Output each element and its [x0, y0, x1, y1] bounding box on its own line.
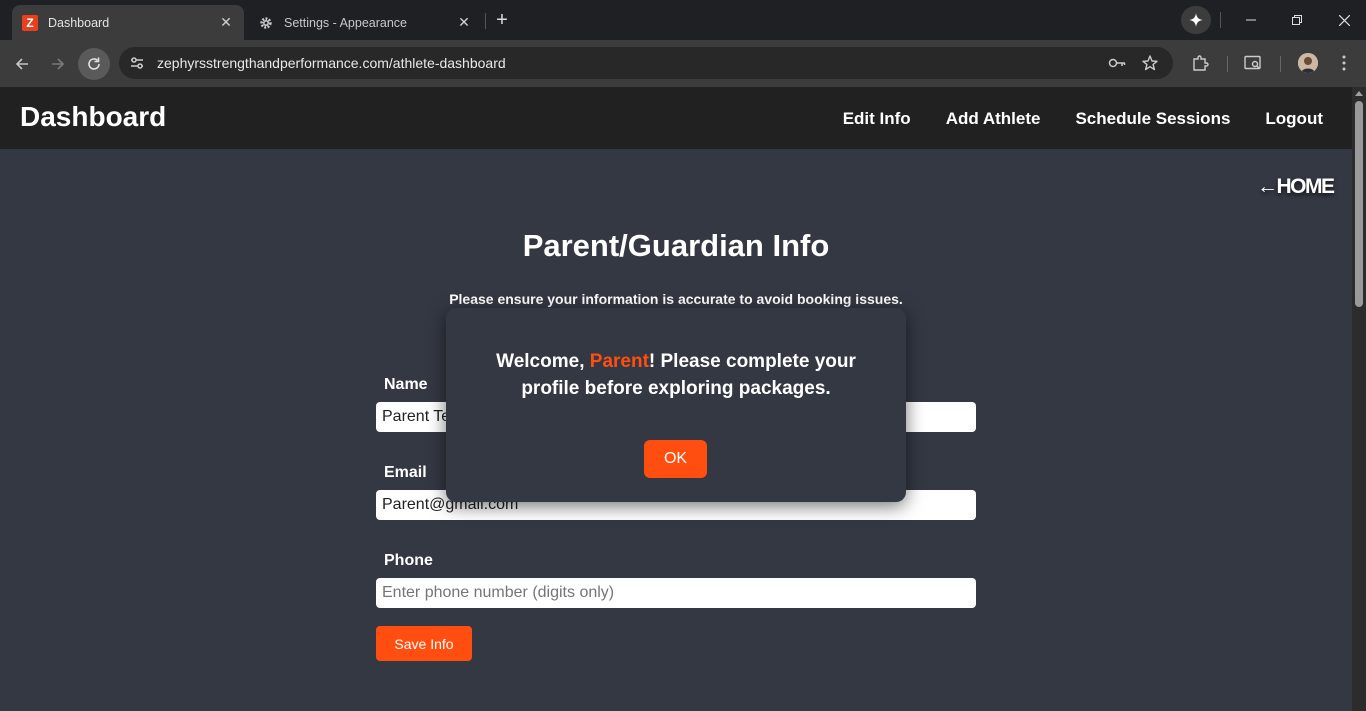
- window-divider: [1220, 12, 1221, 28]
- tab-settings-appearance[interactable]: Settings - Appearance ✕: [246, 5, 482, 40]
- restore-icon: [1292, 15, 1302, 25]
- phone-field[interactable]: [376, 578, 976, 608]
- scroll-up-arrow-icon[interactable]: [1355, 91, 1363, 96]
- modal-message-prefix: Welcome,: [496, 351, 590, 372]
- nav-schedule-sessions[interactable]: Schedule Sessions: [1075, 109, 1230, 129]
- close-icon: [1338, 14, 1350, 26]
- close-tab-icon[interactable]: ✕: [216, 13, 236, 33]
- gemini-sparkle-button[interactable]: [1181, 6, 1211, 34]
- email-label: Email: [384, 464, 427, 481]
- page-title: Dashboard: [20, 101, 167, 132]
- tab-title: Dashboard: [48, 15, 110, 30]
- tab-divider: [485, 13, 486, 29]
- ok-button[interactable]: OK: [644, 440, 707, 478]
- tab-title: Settings - Appearance: [284, 15, 407, 30]
- bookmark-star-icon[interactable]: [1140, 53, 1160, 73]
- reload-icon: [88, 57, 100, 70]
- tab-search-icon[interactable]: [1242, 52, 1264, 74]
- close-window-button[interactable]: [1329, 6, 1359, 34]
- back-arrow-icon: [15, 58, 28, 70]
- site-header: Dashboard Edit Info Add Athlete Schedule…: [0, 87, 1352, 149]
- back-button[interactable]: [6, 48, 38, 80]
- restore-button[interactable]: [1282, 6, 1312, 34]
- forward-arrow-icon: [52, 58, 65, 70]
- address-bar[interactable]: zephyrsstrengthandperformance.com/athlet…: [119, 47, 1173, 79]
- reload-button[interactable]: [78, 48, 110, 80]
- profile-avatar[interactable]: [1298, 53, 1318, 73]
- modal-message: Welcome, Parent! Please complete your pr…: [466, 348, 886, 402]
- gear-icon: [258, 15, 274, 31]
- page-scrollbar[interactable]: [1352, 87, 1366, 711]
- site-settings-icon[interactable]: [127, 53, 147, 73]
- nav-add-athlete[interactable]: Add Athlete: [946, 109, 1041, 129]
- browser-menu-icon[interactable]: [1333, 52, 1355, 74]
- form-subtitle: Please ensure your information is accura…: [449, 291, 903, 307]
- tab-dashboard[interactable]: Z Dashboard ✕: [12, 5, 244, 40]
- password-key-icon[interactable]: [1107, 53, 1127, 73]
- browser-toolbar: zephyrsstrengthandperformance.com/athlet…: [0, 40, 1366, 87]
- minimize-button[interactable]: [1236, 6, 1266, 34]
- toolbar-divider: [1280, 56, 1281, 72]
- sparkle-icon: [1189, 13, 1203, 27]
- page-content: Dashboard Edit Info Add Athlete Schedule…: [0, 87, 1352, 711]
- forward-button[interactable]: [42, 48, 74, 80]
- form-title: Parent/Guardian Info: [522, 228, 830, 263]
- extensions-puzzle-icon[interactable]: [1189, 52, 1211, 74]
- site-nav: Edit Info Add Athlete Schedule Sessions …: [843, 109, 1323, 129]
- minimize-icon: [1246, 19, 1256, 21]
- new-tab-button[interactable]: +: [492, 10, 512, 30]
- phone-label: Phone: [384, 552, 433, 569]
- modal-user-name: Parent: [589, 351, 649, 372]
- site-favicon-icon: Z: [22, 14, 38, 31]
- scroll-thumb[interactable]: [1355, 101, 1363, 307]
- close-tab-icon[interactable]: ✕: [454, 13, 474, 33]
- name-label: Name: [384, 376, 428, 393]
- nav-edit-info[interactable]: Edit Info: [843, 109, 911, 129]
- url-text: zephyrsstrengthandperformance.com/athlet…: [157, 55, 506, 71]
- home-link[interactable]: ←HOME: [1257, 175, 1335, 199]
- browser-tab-bar: Z Dashboard ✕ Settings - Appearance ✕ +: [0, 0, 1366, 40]
- save-info-button[interactable]: Save Info: [376, 626, 472, 661]
- welcome-modal: Welcome, Parent! Please complete your pr…: [446, 308, 906, 502]
- nav-logout[interactable]: Logout: [1265, 109, 1323, 129]
- toolbar-divider: [1227, 56, 1228, 72]
